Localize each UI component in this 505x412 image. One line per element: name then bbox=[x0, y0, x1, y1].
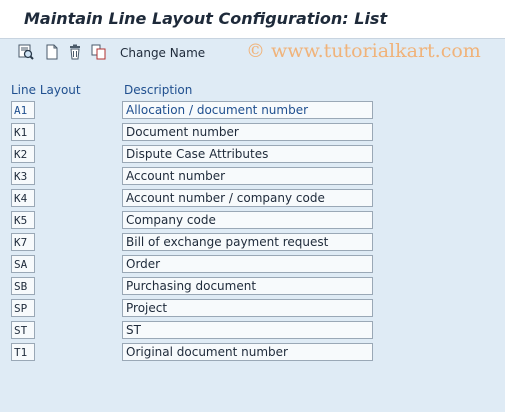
table-row[interactable]: SB Purchasing document bbox=[0, 277, 505, 297]
description-cell[interactable]: Bill of exchange payment request bbox=[122, 233, 373, 251]
description-cell[interactable]: ST bbox=[122, 321, 373, 339]
table-row[interactable]: K7 Bill of exchange payment request bbox=[0, 233, 505, 253]
description-cell[interactable]: Account number / company code bbox=[122, 189, 373, 207]
line-layout-cell[interactable]: ST bbox=[11, 321, 35, 339]
line-layout-cell[interactable]: A1 bbox=[11, 101, 35, 119]
column-header-line-layout: Line Layout bbox=[11, 83, 81, 97]
description-cell[interactable]: Purchasing document bbox=[122, 277, 373, 295]
line-layout-cell[interactable]: K3 bbox=[11, 167, 35, 185]
description-cell[interactable]: Allocation / document number bbox=[122, 101, 373, 119]
table-row[interactable]: SA Order bbox=[0, 255, 505, 275]
copy-as-icon[interactable] bbox=[91, 44, 107, 60]
description-cell[interactable]: Order bbox=[122, 255, 373, 273]
line-layout-cell[interactable]: K1 bbox=[11, 123, 35, 141]
line-layout-cell[interactable]: K4 bbox=[11, 189, 35, 207]
new-entries-icon[interactable] bbox=[44, 44, 60, 60]
title-bar: Maintain Line Layout Configuration: List bbox=[0, 0, 505, 39]
line-layout-cell[interactable]: K5 bbox=[11, 211, 35, 229]
column-header-description: Description bbox=[124, 83, 193, 97]
description-cell[interactable]: Company code bbox=[122, 211, 373, 229]
line-layout-cell[interactable]: SB bbox=[11, 277, 35, 295]
description-cell[interactable]: Original document number bbox=[122, 343, 373, 361]
table-row[interactable]: ST ST bbox=[0, 321, 505, 341]
table-row[interactable]: K3 Account number bbox=[0, 167, 505, 187]
page-title: Maintain Line Layout Configuration: List bbox=[24, 9, 388, 28]
description-cell[interactable]: Account number bbox=[122, 167, 373, 185]
description-cell[interactable]: Project bbox=[122, 299, 373, 317]
table-row[interactable]: K2 Dispute Case Attributes bbox=[0, 145, 505, 165]
line-layout-cell[interactable]: SA bbox=[11, 255, 35, 273]
table-row[interactable]: K1 Document number bbox=[0, 123, 505, 143]
table-row[interactable]: A1 Allocation / document number bbox=[0, 101, 505, 121]
change-name-button[interactable]: Change Name bbox=[120, 46, 205, 60]
line-layout-cell[interactable]: K2 bbox=[11, 145, 35, 163]
description-cell[interactable]: Dispute Case Attributes bbox=[122, 145, 373, 163]
description-cell[interactable]: Document number bbox=[122, 123, 373, 141]
table-row[interactable]: SP Project bbox=[0, 299, 505, 319]
watermark: © www.tutorialkart.com bbox=[246, 40, 481, 62]
table-row[interactable]: T1 Original document number bbox=[0, 343, 505, 363]
table-row[interactable]: K4 Account number / company code bbox=[0, 189, 505, 209]
details-icon[interactable] bbox=[18, 44, 34, 60]
line-layout-cell[interactable]: SP bbox=[11, 299, 35, 317]
line-layout-cell[interactable]: T1 bbox=[11, 343, 35, 361]
table-row[interactable]: K5 Company code bbox=[0, 211, 505, 231]
delete-icon[interactable] bbox=[67, 44, 83, 60]
line-layout-cell[interactable]: K7 bbox=[11, 233, 35, 251]
